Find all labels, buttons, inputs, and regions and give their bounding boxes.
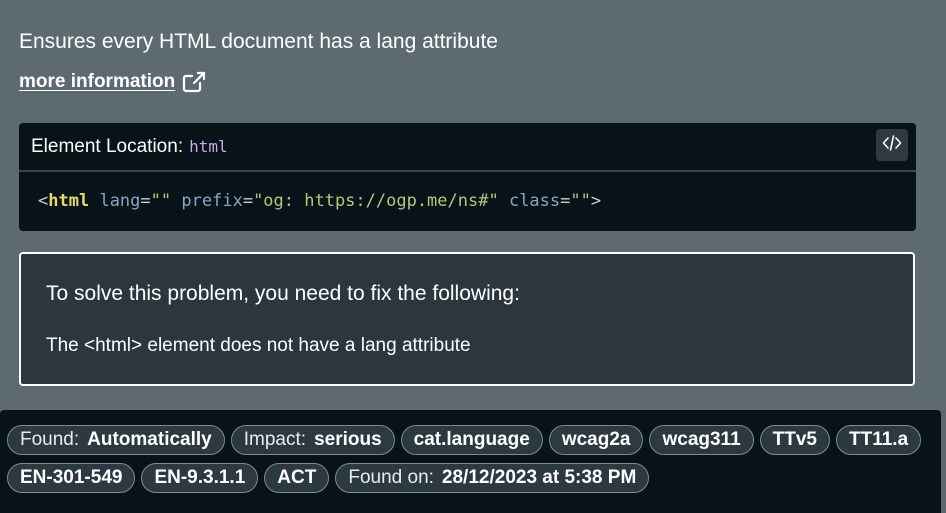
found-tag-key: Found:	[20, 429, 80, 450]
found-on-tag-key: Found on:	[348, 467, 434, 488]
fix-instructions-box: To solve this problem, you need to fix t…	[19, 252, 915, 386]
rule-details-panel: Ensures every HTML document has a lang a…	[0, 0, 946, 410]
found-tag: Found: Automatically	[7, 425, 225, 455]
snippet-attr-name: lang	[99, 191, 141, 211]
snippet-close-bracket: >	[590, 191, 602, 211]
tag-wcag311: wcag311	[649, 425, 754, 455]
fix-item: The <html> element does not have a lang …	[46, 335, 471, 356]
tags-row: Found: Automatically Impact: serious cat.l…	[7, 425, 922, 455]
snippet-attr-value: ""	[570, 191, 591, 211]
tag-tt11a: TT11.a	[836, 425, 922, 455]
tag-ttv5: TTv5	[759, 425, 830, 455]
found-on-tag-value: 28/12/2023 at 5:38 PM	[441, 467, 637, 488]
more-information-label: more information	[19, 71, 176, 92]
more-information-link[interactable]: more information	[19, 70, 207, 94]
snippet-attr-value: ""	[150, 191, 172, 211]
toggle-code-button[interactable]	[876, 129, 908, 161]
snippet-equals: =	[560, 191, 571, 211]
tag-en-9-3-1-1: EN-9.3.1.1	[141, 463, 259, 493]
impact-tag-key: Impact:	[243, 429, 307, 450]
element-location-label: Element Location:	[31, 135, 184, 157]
element-location-selector: html	[189, 137, 228, 156]
impact-tag-value: serious	[314, 429, 382, 450]
found-on-tag: Found on: 28/12/2023 at 5:38 PM	[335, 463, 650, 493]
snippet-open-bracket: <	[38, 191, 49, 211]
tag-wcag2a: wcag2a	[548, 425, 644, 455]
impact-tag: Impact: serious	[230, 425, 395, 455]
snippet-tag: html	[48, 191, 90, 211]
element-location-card: Element Location: html <html lang="" pre…	[19, 123, 916, 231]
snippet-equals: =	[140, 191, 151, 211]
external-link-icon	[181, 70, 207, 94]
snippet-attr-value: "og: https://ogp.me/ns#"	[253, 191, 499, 211]
tags-bar: Found: Automatically Impact: serious cat.l…	[0, 410, 941, 513]
fix-title: To solve this problem, you need to fix t…	[46, 282, 520, 305]
tag-cat-language: cat.language	[400, 425, 543, 455]
tag-act: ACT	[264, 463, 330, 493]
code-icon	[882, 134, 902, 157]
rule-description: Ensures every HTML document has a lang a…	[19, 30, 498, 53]
snippet-attr-name: class	[508, 191, 561, 211]
snippet-attr-name: prefix	[181, 191, 243, 211]
element-location-header: Element Location: html	[19, 123, 916, 172]
found-tag-value: Automatically	[87, 429, 212, 450]
tags-row: EN-301-549 EN-9.3.1.1 ACT Found on: 28/12…	[7, 463, 650, 493]
tag-en-301-549: EN-301-549	[7, 463, 136, 493]
snippet-equals: =	[242, 191, 254, 211]
html-snippet: <html lang="" prefix="og: https://ogp.me…	[19, 172, 916, 211]
